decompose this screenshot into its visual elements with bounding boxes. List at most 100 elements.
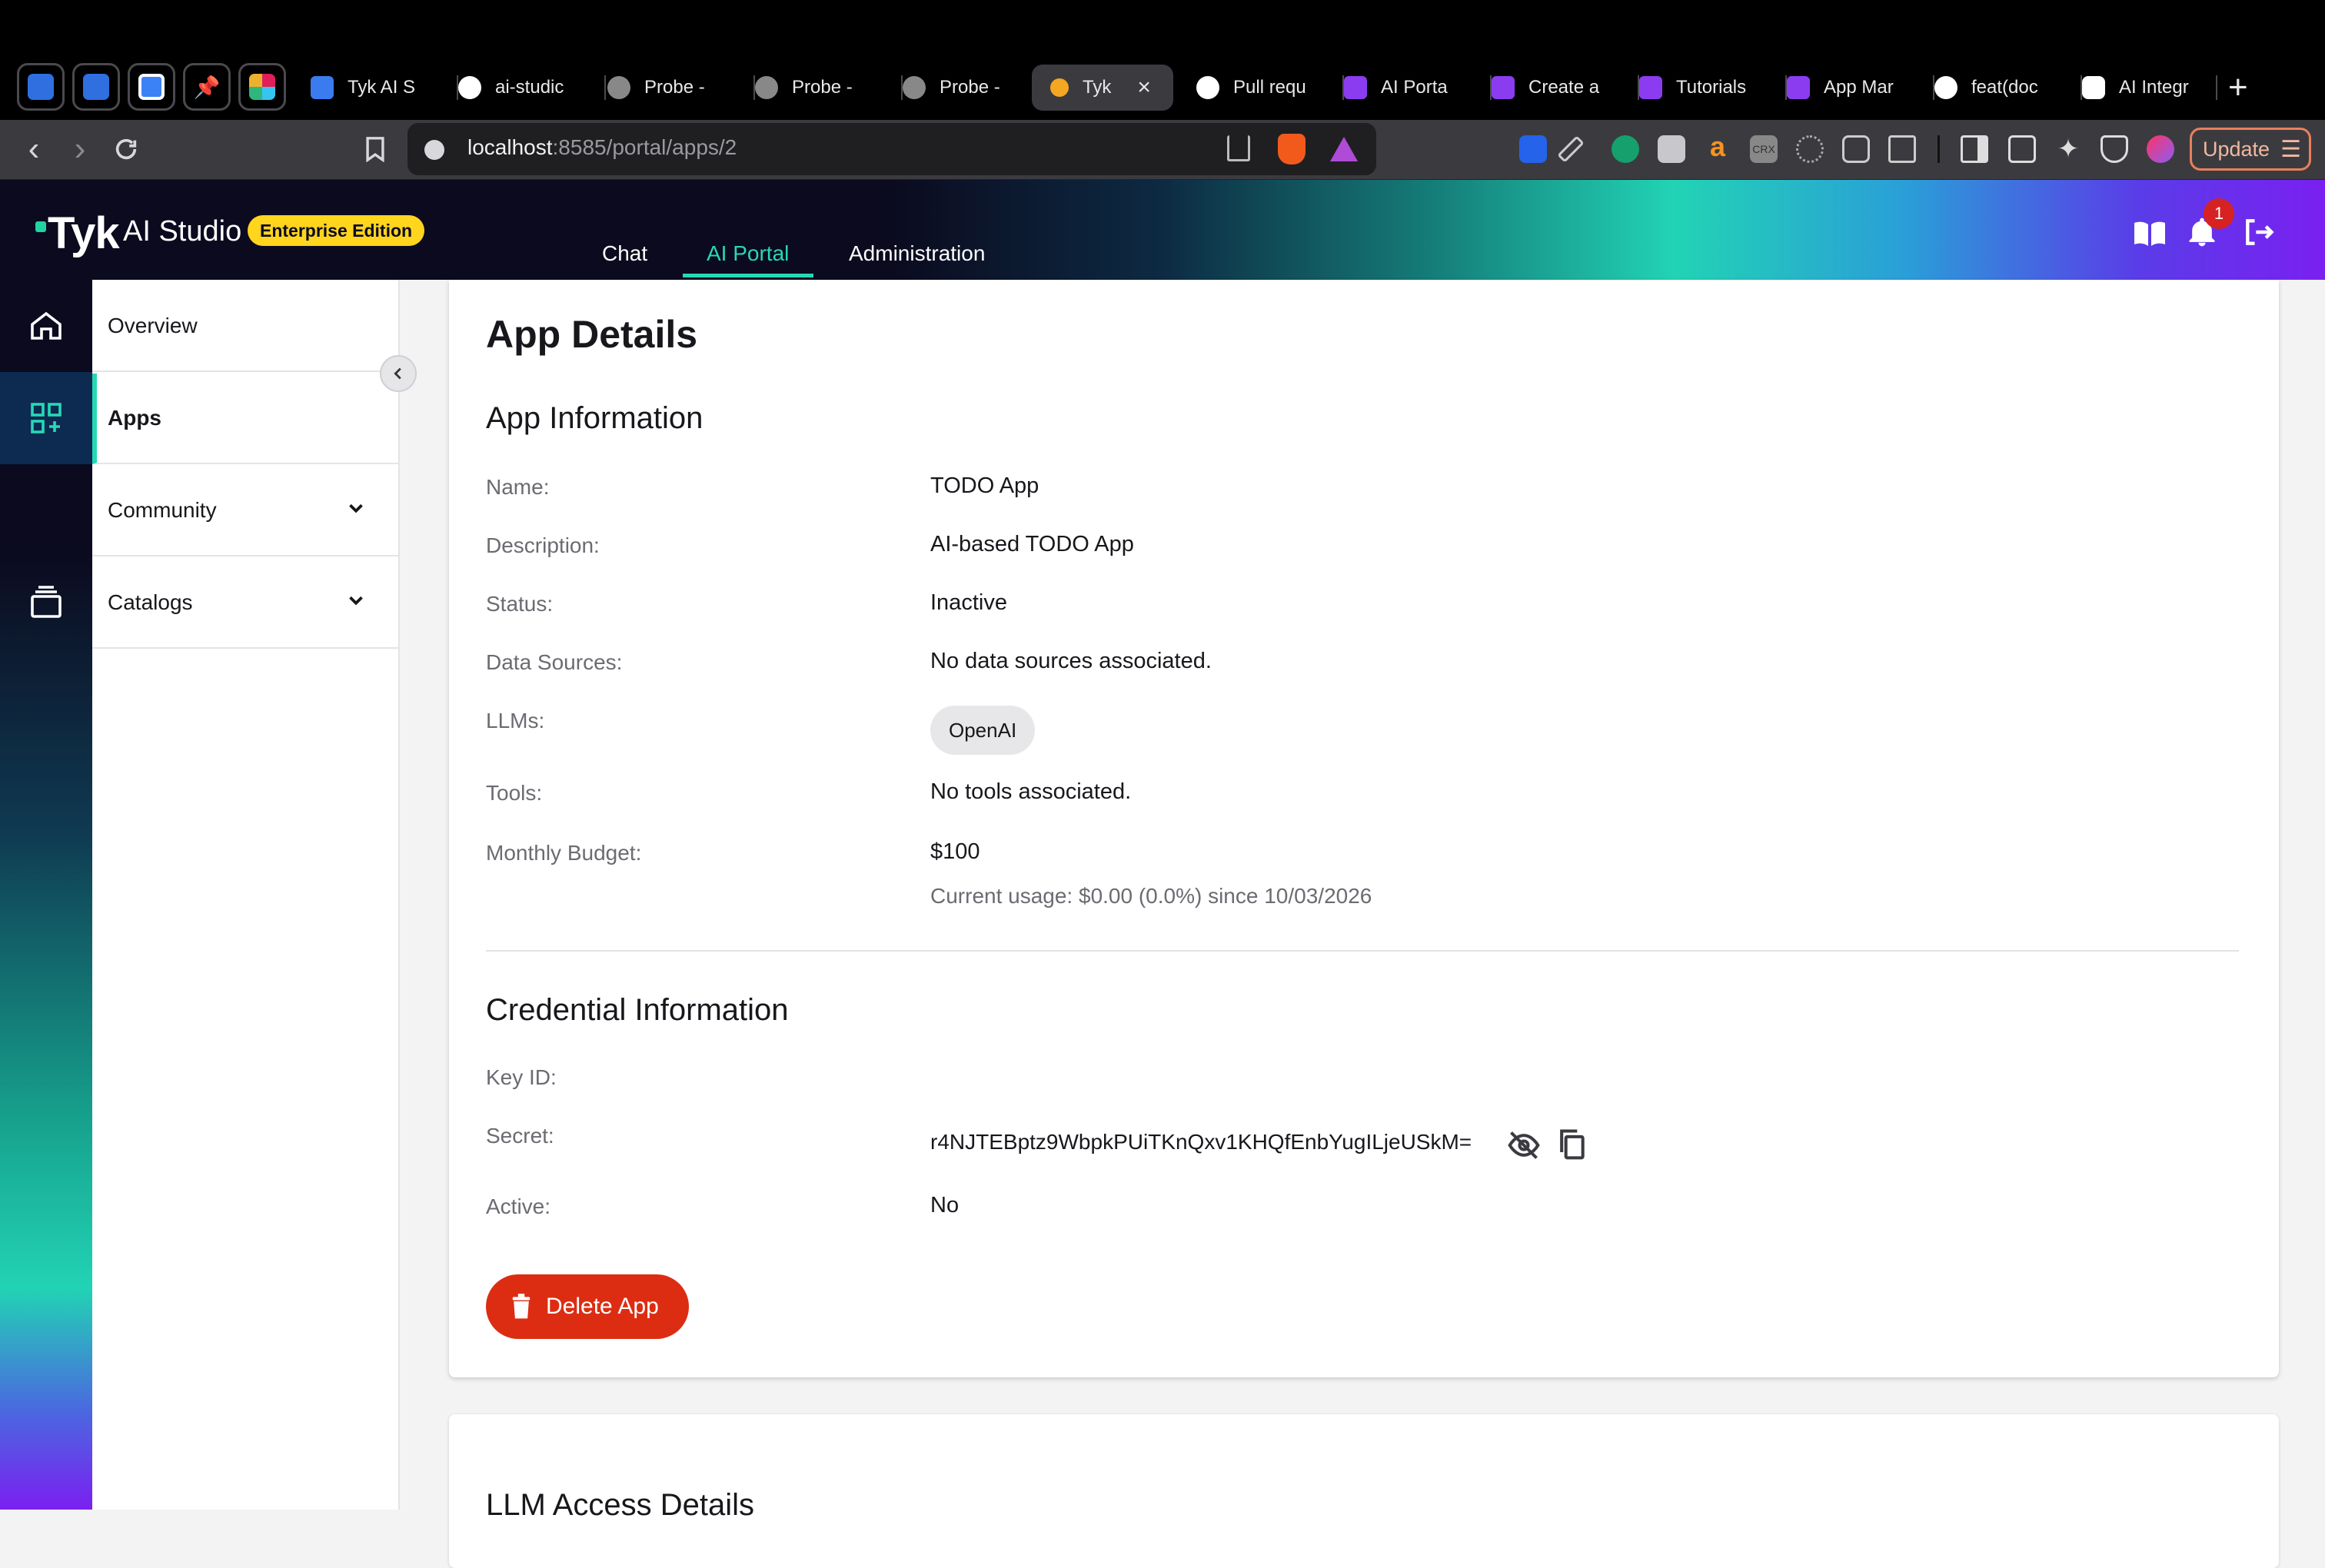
browser-tab[interactable]: feat(doc bbox=[1934, 65, 2082, 111]
tyk-logo[interactable]: Tyk bbox=[35, 208, 120, 259]
nav-ai-portal[interactable]: AI Portal bbox=[707, 241, 789, 266]
docs-icon bbox=[311, 76, 334, 99]
crx-icon[interactable]: CRX bbox=[1750, 135, 1778, 163]
profile-avatar[interactable] bbox=[2147, 135, 2174, 163]
grammarly-icon[interactable] bbox=[1612, 135, 1639, 163]
extension-icon[interactable] bbox=[1658, 135, 1685, 163]
reload-icon[interactable] bbox=[106, 129, 146, 169]
new-tab-button[interactable]: + bbox=[2228, 66, 2248, 109]
catalog-stack-icon[interactable] bbox=[28, 584, 65, 621]
apps-grid-icon[interactable] bbox=[28, 400, 65, 437]
sidebar-item-catalogs[interactable]: Catalogs bbox=[92, 558, 398, 649]
pinned-tab-pin[interactable]: 📌 bbox=[183, 63, 231, 111]
tyk-favicon bbox=[1050, 78, 1069, 97]
llm-access-heading: LLM Access Details bbox=[486, 1488, 755, 1522]
tab-label: Tutorials bbox=[1676, 77, 1747, 98]
logo-text: Tyk bbox=[48, 208, 120, 258]
ai-sparkle-icon[interactable]: ✦ bbox=[2054, 135, 2082, 163]
pinned-tab-calendar[interactable] bbox=[128, 63, 175, 111]
openai-icon bbox=[2082, 76, 2105, 99]
url-text: localhost:8585/portal/apps/2 bbox=[467, 135, 737, 160]
bookmark-icon[interactable] bbox=[355, 129, 395, 169]
close-tab-icon[interactable]: × bbox=[1137, 75, 1151, 101]
pinned-tab-slack[interactable] bbox=[238, 63, 286, 111]
browser-tab[interactable]: Probe - bbox=[755, 65, 903, 111]
brave-rewards-icon[interactable] bbox=[1330, 137, 1358, 161]
pinned-tab-jira-2[interactable] bbox=[72, 63, 120, 111]
description-value: AI-based TODO App bbox=[930, 532, 1134, 556]
status-value: Inactive bbox=[930, 590, 1007, 615]
browser-tab[interactable]: Tutorials bbox=[1639, 65, 1787, 111]
nav-chat[interactable]: Chat bbox=[602, 241, 647, 266]
collapse-sidebar-button[interactable] bbox=[380, 355, 417, 392]
chevron-down-icon bbox=[344, 497, 368, 520]
home-icon[interactable] bbox=[28, 307, 65, 344]
data-sources-value: No data sources associated. bbox=[930, 649, 1212, 673]
tab-label: feat(doc bbox=[1971, 77, 2038, 98]
active-label: Active: bbox=[486, 1194, 551, 1218]
share-icon[interactable] bbox=[1227, 135, 1250, 161]
browser-tab[interactable]: Create a bbox=[1492, 65, 1639, 111]
hide-secret-eye-off-icon[interactable] bbox=[1507, 1128, 1541, 1162]
back-icon[interactable]: ‹ bbox=[14, 129, 54, 169]
browser-tab-active[interactable]: Tyk × bbox=[1032, 65, 1173, 111]
app-information-heading: App Information bbox=[486, 401, 703, 435]
extension-icon[interactable] bbox=[1796, 135, 1824, 163]
trash-icon bbox=[512, 1294, 531, 1319]
tab-label: AI Porta bbox=[1381, 77, 1448, 98]
sub-sidebar bbox=[92, 280, 400, 1510]
active-value: No bbox=[930, 1193, 960, 1218]
budget-usage-text: Current usage: $0.00 (0.0%) since 10/03/… bbox=[930, 884, 1372, 908]
url-path: :8585/portal/apps/2 bbox=[552, 135, 737, 159]
site-info-icon[interactable] bbox=[424, 140, 444, 160]
monthly-budget-label: Monthly Budget: bbox=[486, 841, 642, 865]
browser-tab[interactable]: ai-studic bbox=[458, 65, 606, 111]
browser-tab[interactable]: Pull requ bbox=[1196, 65, 1344, 111]
purple-tab-icon bbox=[1787, 76, 1810, 99]
purple-tab-icon bbox=[1344, 76, 1367, 99]
sidebar-item-label: Apps bbox=[108, 406, 161, 430]
browser-tab[interactable]: App Mar bbox=[1787, 65, 1934, 111]
browser-tab[interactable]: Probe - bbox=[607, 65, 755, 111]
llms-label: LLMs: bbox=[486, 709, 545, 733]
page-title: App Details bbox=[486, 313, 698, 356]
puzzle-icon[interactable] bbox=[1842, 135, 1870, 163]
tools-value: No tools associated. bbox=[930, 779, 1132, 804]
tab-label: Probe - bbox=[644, 77, 705, 98]
app-details-card bbox=[449, 280, 2279, 1377]
amazon-icon[interactable]: a bbox=[1704, 133, 1731, 163]
update-button[interactable]: Update ☰ bbox=[2190, 128, 2311, 171]
tools-label: Tools: bbox=[486, 781, 543, 805]
sidebar-item-apps[interactable]: Apps bbox=[92, 374, 398, 464]
docs-book-icon[interactable] bbox=[2131, 215, 2168, 252]
browser-tab[interactable]: Tyk AI S bbox=[311, 65, 458, 111]
llm-chip[interactable]: OpenAI bbox=[930, 706, 1036, 755]
sidebar-item-overview[interactable]: Overview bbox=[92, 281, 398, 372]
forward-icon[interactable]: › bbox=[60, 129, 100, 169]
tab-label: ai-studic bbox=[495, 77, 564, 98]
logout-icon[interactable] bbox=[2242, 215, 2279, 252]
logo-mark bbox=[35, 221, 46, 232]
tab-label: Probe - bbox=[792, 77, 853, 98]
globe-icon bbox=[903, 76, 926, 99]
globe-icon bbox=[607, 76, 630, 99]
copy-icon[interactable] bbox=[1555, 1127, 1588, 1161]
brave-shield-icon[interactable] bbox=[1278, 134, 1306, 164]
sidebar-item-label: Catalogs bbox=[108, 590, 193, 614]
description-label: Description: bbox=[486, 533, 600, 557]
sidebar-item-community[interactable]: Community bbox=[92, 466, 398, 556]
browser-tab[interactable]: AI Porta bbox=[1344, 65, 1492, 111]
delete-app-label: Delete App bbox=[546, 1294, 659, 1319]
screenshot-icon[interactable] bbox=[1888, 135, 1916, 163]
name-label: Name: bbox=[486, 475, 550, 499]
browser-tab[interactable]: AI Integr bbox=[2082, 65, 2217, 111]
vpn-shield-icon[interactable] bbox=[2100, 135, 2128, 163]
sidebar-toggle-icon[interactable] bbox=[1961, 135, 1988, 163]
notification-count-badge: 1 bbox=[2204, 198, 2234, 229]
nav-administration[interactable]: Administration bbox=[849, 241, 985, 266]
pinned-tab-jira[interactable] bbox=[17, 63, 65, 111]
wallet-icon[interactable] bbox=[2008, 135, 2036, 163]
delete-app-button[interactable]: Delete App bbox=[486, 1274, 689, 1339]
browser-tab[interactable]: Probe - bbox=[903, 65, 1024, 111]
extension-icon[interactable] bbox=[1519, 135, 1547, 163]
